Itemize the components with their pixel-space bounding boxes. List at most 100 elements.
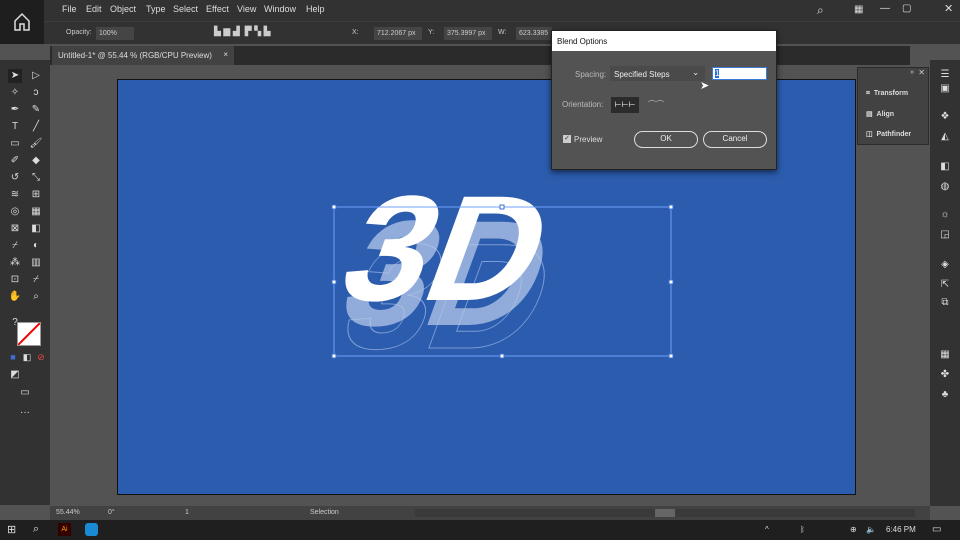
w-input[interactable]: 623.3385 [516,27,552,40]
gradient-tool-icon[interactable]: ◧ [29,222,43,236]
align-icons[interactable]: ▙ ▆ ▟ ▛ ▚ ▙ [214,26,271,37]
shaper-tool-icon[interactable]: ✐ [8,154,22,168]
panel-item-transform[interactable]: ⌗ Transform [866,90,908,98]
lasso-icon[interactable]: ↄ [29,86,43,100]
opacity-input[interactable]: 100% [96,27,134,40]
horizontal-scrollbar[interactable] [415,509,915,517]
transparency-icon[interactable]: ◍ [938,180,952,194]
workspace-icon[interactable]: ▦ [854,4,863,15]
free-transform-icon[interactable]: ⊞ [29,188,43,202]
libraries-icon[interactable]: ▣ [938,82,952,96]
zoom-level[interactable]: 55.44% [56,509,80,516]
tray-chevron-icon[interactable]: ^ [765,525,769,534]
panel-item-pathfinder[interactable]: ◫ Pathfinder [866,130,911,138]
properties-icon[interactable]: ☰ [938,68,952,82]
menu-edit[interactable]: Edit [86,4,102,14]
artboard-number[interactable]: 1 [185,509,189,516]
artboard-tool-icon[interactable]: ⊡ [8,273,22,287]
symbols-icon[interactable]: ♣ [938,388,952,402]
panel-close-icon[interactable]: ✕ [918,68,925,77]
current-tool[interactable]: Selection [310,509,339,516]
none-mode-icon[interactable]: ⊘ [34,350,48,364]
preview-checkbox[interactable]: ✓ [563,135,571,143]
align-to-path-icon[interactable]: ⌒⌒ [642,97,670,113]
layers-icon[interactable]: ◈ [938,258,952,272]
zoom-tool-icon[interactable]: ⌕ [29,290,43,304]
appearance-icon[interactable]: ☼ [938,208,952,222]
scrollbar-thumb[interactable] [655,509,675,517]
asset-export-icon[interactable]: ⇱ [938,278,952,292]
menu-file[interactable]: File [62,4,77,14]
type-tool-icon[interactable]: T [8,120,22,134]
y-input[interactable]: 375.3997 px [444,27,492,40]
menu-help[interactable]: Help [306,4,325,14]
scale-tool-icon[interactable]: ⤡ [29,171,43,185]
color-guide-icon[interactable]: ◭ [938,130,952,144]
pen-tool-icon[interactable]: ✒ [8,103,22,117]
menu-object[interactable]: Object [110,4,136,14]
graphic-styles-icon[interactable]: ◲ [938,228,952,242]
align-to-page-icon[interactable]: ⊢⊢⊢ [611,97,639,113]
curvature-icon[interactable]: ✎ [29,103,43,117]
slice-tool-icon[interactable]: ⌿ [29,273,43,287]
home-button[interactable] [0,0,44,44]
fill-stroke-swatch[interactable] [17,322,41,346]
spacing-select[interactable]: Specified Steps ⌄ [610,66,705,81]
ok-button[interactable]: OK [634,131,698,148]
menu-effect[interactable]: Effect [206,4,229,14]
warp-tool-icon[interactable]: ≋ [8,188,22,202]
volume-icon[interactable]: 🔈 [866,525,876,534]
line-tool-icon[interactable]: ╱ [29,120,43,134]
color-icon[interactable]: ❖ [938,110,952,124]
minimize-icon[interactable]: ― [880,3,890,14]
rotate-tool-icon[interactable]: ↺ [8,171,22,185]
windows-start-icon[interactable]: ⊞ [7,523,16,536]
illustrator-app-icon[interactable]: Ai [58,523,71,536]
steps-input[interactable]: 1 [712,67,767,80]
direct-selection-tool-icon[interactable]: ▷ [29,69,43,83]
blend-tool-icon[interactable]: ◐ [29,239,43,253]
brush-tool-icon[interactable]: 🖌 [29,137,43,151]
network-icon[interactable]: ⊕ [850,525,857,534]
tab-close-icon[interactable]: × [223,50,228,59]
notifications-icon[interactable]: ▭ [932,524,941,535]
symbol-sprayer-icon[interactable]: ⁂ [8,256,22,270]
search-taskbar-icon[interactable]: ⌕ [33,523,39,536]
brushes-icon[interactable]: ✤ [938,368,952,382]
control-bar: Opacity: 100% ▙ ▆ ▟ ▛ ▚ ▙ X: 712.2067 px… [44,21,960,44]
artboards-icon[interactable]: ⧉ [938,296,952,310]
magic-wand-icon[interactable]: ✧ [8,86,22,100]
menu-type[interactable]: Type [146,4,166,14]
panel-collapse-icon[interactable]: » [910,69,914,76]
clock[interactable]: 6:46 PM [886,525,916,534]
rectangle-tool-icon[interactable]: ▭ [8,137,22,151]
perspective-grid-icon[interactable]: ▦ [29,205,43,219]
menu-view[interactable]: View [237,4,256,14]
draw-mode-icon[interactable]: ◩ [8,368,22,382]
menu-select[interactable]: Select [173,4,198,14]
menu-window[interactable]: Window [264,4,296,14]
color-mode-icon[interactable]: ■ [6,350,20,364]
search-icon[interactable]: ⌕ [817,3,824,18]
hand-tool-icon[interactable]: ✋ [8,290,22,304]
graph-tool-icon[interactable]: ▥ [29,256,43,270]
more-tools-icon[interactable]: ··· [18,406,32,420]
selection-tool-icon[interactable]: ➤ [8,69,22,83]
rotation-value[interactable]: 0° [108,509,115,516]
cancel-button[interactable]: Cancel [703,131,767,148]
bluetooth-icon[interactable]: ᛒ [800,525,805,534]
eraser-tool-icon[interactable]: ◆ [29,154,43,168]
shape-builder-icon[interactable]: ◎ [8,205,22,219]
restore-icon[interactable]: ▢ [902,3,911,14]
mesh-tool-icon[interactable]: ⊠ [8,222,22,236]
gradient-mode-icon[interactable]: ◧ [20,350,34,364]
panel-item-align[interactable]: ▤ Align [866,110,894,118]
app-icon[interactable] [85,523,98,536]
close-window-icon[interactable]: ✕ [944,2,953,15]
swatches-icon[interactable]: ▦ [938,348,952,362]
document-tab[interactable]: Untitled-1* @ 55.44 % (RGB/CPU Preview) … [52,46,234,65]
x-input[interactable]: 712.2067 px [374,27,422,40]
screen-mode-icon[interactable]: ▭ [18,386,32,400]
gradient-panel-icon[interactable]: ◧ [938,160,952,174]
eyedropper-icon[interactable]: ⌿ [8,239,22,253]
